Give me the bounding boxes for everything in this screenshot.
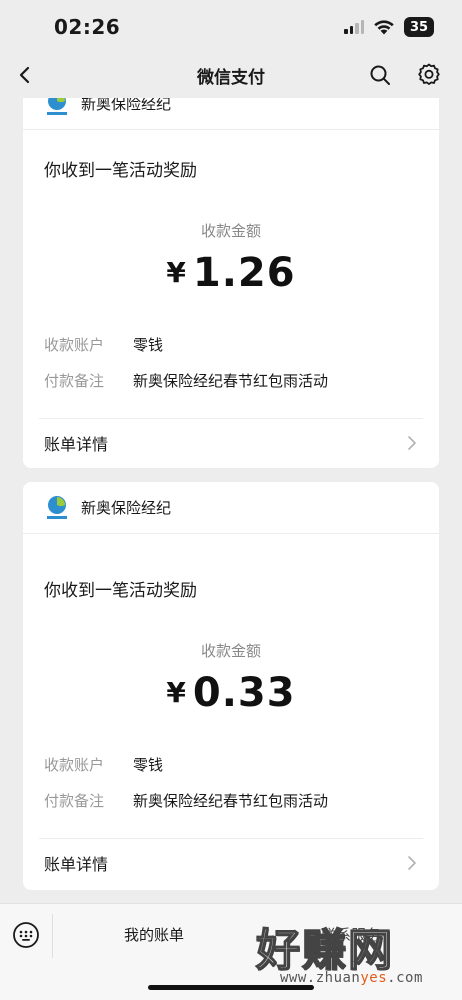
row-key: 收款账户	[44, 756, 105, 774]
payment-note-row: 付款备注 新奥保险经纪春节红包雨活动	[44, 790, 328, 811]
battery-indicator: 35	[404, 17, 434, 37]
currency-symbol: ¥	[166, 676, 187, 709]
nav-bar: 微信支付	[0, 52, 462, 98]
row-key: 付款备注	[44, 792, 105, 810]
tab-separator	[52, 914, 53, 958]
amount-value: ¥0.33	[23, 670, 439, 716]
home-indicator	[148, 985, 314, 990]
row-value: 新奥保险经纪春节红包雨活动	[133, 792, 329, 810]
amount-number: 1.26	[192, 250, 296, 296]
status-bar: 02:26 35	[0, 0, 462, 52]
payment-card: 新奥保险经纪 你收到一笔活动奖励 收款金额 ¥0.33 收款账户 零钱 付款备注…	[23, 482, 439, 890]
tab-my-bills[interactable]: 我的账单	[124, 924, 184, 945]
status-icons: 35	[344, 17, 434, 37]
tab-contact-service[interactable]: 联系服务	[321, 924, 381, 945]
amount-label: 收款金额	[200, 642, 261, 660]
bottom-tab-bar: 我的账单 联系服务	[0, 903, 462, 1000]
amount-value: ¥1.26	[23, 250, 439, 296]
notification-headline: 你收到一笔活动奖励	[44, 581, 197, 601]
merchant-name: 新奥保险经纪	[81, 499, 172, 517]
settings-gear-icon[interactable]	[416, 62, 442, 88]
amount-number: 0.33	[192, 670, 296, 716]
wifi-icon	[374, 20, 394, 35]
row-key: 收款账户	[44, 336, 105, 354]
notification-headline: 你收到一笔活动奖励	[44, 161, 197, 181]
receive-account-row: 收款账户 零钱	[44, 754, 163, 775]
chevron-right-icon	[408, 856, 416, 870]
bill-details-label: 账单详情	[44, 855, 109, 874]
merchant-logo-icon	[47, 495, 67, 519]
row-value: 新奥保险经纪春节红包雨活动	[133, 372, 329, 390]
bill-details-link[interactable]: 账单详情	[23, 839, 439, 887]
amount-label: 收款金额	[200, 222, 261, 240]
bill-details-link[interactable]: 账单详情	[23, 419, 439, 467]
search-icon[interactable]	[368, 63, 392, 87]
chevron-right-icon	[408, 436, 416, 450]
payment-card: 新奥保险经纪 你收到一笔活动奖励 收款金额 ¥1.26 收款账户 零钱 付款备注…	[23, 78, 439, 468]
card-header: 新奥保险经纪	[23, 482, 439, 534]
row-value: 零钱	[133, 336, 164, 354]
receive-account-row: 收款账户 零钱	[44, 334, 163, 355]
bill-details-label: 账单详情	[44, 435, 109, 454]
row-key: 付款备注	[44, 372, 105, 390]
page-title: 微信支付	[197, 68, 265, 88]
currency-symbol: ¥	[166, 256, 187, 289]
keyboard-toggle-icon[interactable]	[12, 921, 40, 949]
status-time: 02:26	[54, 15, 121, 39]
payment-note-row: 付款备注 新奥保险经纪春节红包雨活动	[44, 370, 328, 391]
cellular-signal-icon	[344, 20, 364, 34]
row-value: 零钱	[133, 756, 164, 774]
